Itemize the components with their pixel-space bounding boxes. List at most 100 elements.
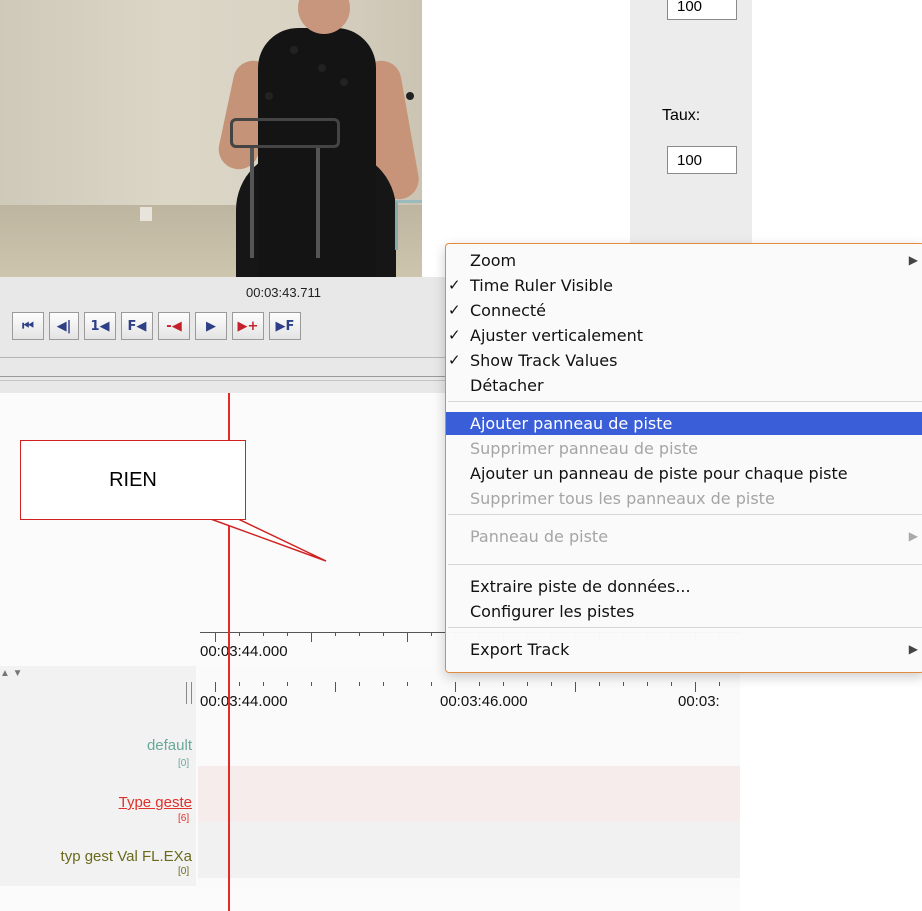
controls-divider [0, 380, 450, 381]
previous-step-button[interactable]: 1◀ [84, 312, 116, 340]
menu-item-supprimer-tous-les-panneaux-de-piste: Supprimer tous les panneaux de piste [446, 487, 922, 510]
menu-item-label: Zoom [470, 251, 517, 270]
rate-field[interactable]: 100 [667, 146, 737, 174]
ruler-tick [455, 682, 456, 692]
tier-row-typ-gest[interactable] [198, 822, 740, 878]
ruler-tick [431, 682, 432, 686]
ruler-tick [431, 632, 432, 636]
top-value-field[interactable]: 100 [667, 0, 737, 20]
ruler-tick [383, 682, 384, 686]
ruler-tick [647, 682, 648, 686]
previous-frame-button[interactable]: F◀ [121, 312, 153, 340]
ruler-tick [623, 682, 624, 686]
menu-item-ajouter-panneau-de-piste[interactable]: Ajouter panneau de piste [446, 412, 922, 435]
annotation-callout: RIEN [20, 440, 246, 520]
tier-label-typ-gest-val[interactable]: typ gest Val FL.EXa [61, 848, 192, 865]
menu-item-label: Panneau de piste [470, 527, 609, 546]
menu-item-label: Configurer les pistes [470, 602, 635, 621]
menu-item-extraire-piste-de-donn-es[interactable]: Extraire piste de données... [446, 575, 922, 598]
menu-item-time-ruler-visible[interactable]: ✓ Time Ruler Visible [446, 274, 922, 297]
ruler-tick [311, 682, 312, 686]
menu-item-show-track-values[interactable]: ✓ Show Track Values [446, 349, 922, 372]
menu-item-label: Extraire piste de données... [470, 577, 691, 596]
mocap-marker [290, 46, 298, 54]
menu-separator [448, 564, 922, 565]
ruler-tick [287, 632, 288, 636]
previous-frame-icon: F◀ [127, 318, 147, 334]
ruler-tick [695, 682, 696, 692]
ruler-tick [263, 682, 264, 686]
menu-separator [448, 627, 922, 628]
ruler-tick [239, 632, 240, 636]
menu-item-label: Time Ruler Visible [470, 276, 613, 295]
time-ruler-label: 00:03:44.000 [200, 643, 288, 660]
ruler-tick [263, 632, 264, 636]
time-ruler-label: 00:03:44.000 [200, 693, 288, 710]
ruler-tick [479, 682, 480, 686]
ruler-tick [335, 632, 336, 636]
video-viewer[interactable] [0, 0, 422, 277]
controls-divider [0, 357, 450, 358]
menu-item-panneau-de-piste: Panneau de piste ▶ [446, 525, 922, 548]
menu-item-configurer-les-pistes[interactable]: Configurer les pistes [446, 600, 922, 623]
menu-item-export-track[interactable]: Export Track ▶ [446, 638, 922, 661]
next-frame-button[interactable]: ▶F [269, 312, 301, 340]
previous-page-button[interactable]: ◀| [49, 312, 79, 340]
ruler-tick [575, 682, 576, 692]
previous-page-icon: ◀| [56, 318, 72, 334]
previous-step-icon: 1◀ [90, 318, 110, 334]
ruler-tick [335, 682, 336, 692]
ruler-tick [359, 682, 360, 686]
next-frame-icon: ▶F [275, 318, 295, 334]
menu-item-label: Détacher [470, 376, 544, 395]
ruler-tick [671, 682, 672, 686]
ruler-tick [503, 682, 504, 686]
media-properties-panel [630, 0, 752, 250]
player-button-row: ⏮ ◀| 1◀ F◀ -◀ ▶ ▶+ ▶F [12, 312, 301, 340]
tier-label-type-geste[interactable]: Type geste [119, 794, 192, 811]
tier-count: [0] [178, 758, 190, 769]
menu-item-label: Export Track [470, 640, 570, 659]
selection-begin-button[interactable]: -◀ [158, 312, 190, 340]
ruler-tick [383, 632, 384, 636]
ruler-tick [311, 632, 312, 642]
menu-item-label: Show Track Values [470, 351, 618, 370]
rate-label: Taux: [662, 107, 701, 124]
menu-item-ajouter-un-panneau-de-piste-pour-chaque-piste[interactable]: Ajouter un panneau de piste pour chaque … [446, 462, 922, 485]
controls-divider[interactable] [0, 376, 450, 377]
tier-row-type-geste[interactable] [198, 766, 740, 822]
current-time-display: 00:03:43.711 [246, 285, 321, 300]
menu-separator [448, 401, 922, 402]
menu-item-ajuster-verticalement[interactable]: ✓ Ajuster verticalement [446, 324, 922, 347]
menu-item-zoom[interactable]: Zoom ▶ [446, 249, 922, 272]
menu-item-label: Supprimer tous les panneaux de piste [470, 489, 775, 508]
device-cable-left [250, 148, 254, 258]
menu-item-label: Connecté [470, 301, 546, 320]
motion-capture-device [230, 118, 340, 148]
checkmark-icon: ✓ [448, 351, 461, 369]
play-button[interactable]: ▶ [195, 312, 227, 340]
context-menu: Zoom ▶ ✓ Time Ruler Visible ✓ Connecté ✓ Ajuste… [445, 243, 922, 673]
tier-label-default[interactable]: default [147, 737, 192, 754]
collapse-arrow-icon[interactable]: ▲ ▼ [0, 668, 23, 679]
time-ruler-label: 00:03:46.000 [440, 693, 528, 710]
ruler-tick [215, 632, 216, 642]
tier-count: [0] [178, 866, 190, 877]
checkmark-icon: ✓ [448, 301, 461, 319]
header-resize-handle[interactable] [186, 682, 192, 704]
selection-end-button[interactable]: ▶+ [232, 312, 264, 340]
submenu-arrow-icon: ▶ [908, 253, 918, 267]
menu-item-connect[interactable]: ✓ Connecté [446, 299, 922, 322]
mocap-marker [318, 64, 326, 72]
time-ruler-label: 00:03: [678, 693, 720, 710]
ruler-tick [407, 632, 408, 642]
selection-end-icon: ▶+ [237, 318, 259, 334]
ruler-tick [359, 632, 360, 636]
menu-item-label: Ajouter un panneau de piste pour chaque … [470, 464, 848, 483]
wall-socket [140, 207, 152, 221]
mocap-marker [265, 92, 273, 100]
menu-item-d-tacher[interactable]: Détacher [446, 374, 922, 397]
mocap-marker [406, 92, 414, 100]
go-to-begin-button[interactable]: ⏮ [12, 312, 44, 340]
ruler-tick [215, 682, 216, 692]
